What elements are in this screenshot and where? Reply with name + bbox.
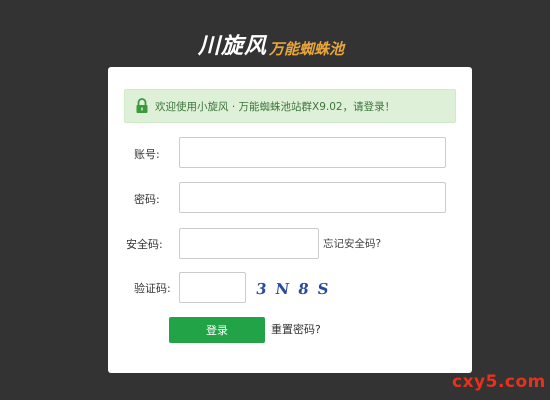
captcha-image[interactable]: 3N8S — [254, 275, 334, 303]
security-code-input[interactable] — [179, 228, 319, 259]
welcome-notice: 欢迎使用小旋风 · 万能蜘蛛池站群X9.02，请登录！ — [124, 89, 456, 123]
login-card: 欢迎使用小旋风 · 万能蜘蛛池站群X9.02，请登录！ 账号: 密码: 安全码:… — [108, 67, 472, 373]
reset-password-link[interactable]: 重置密码? — [271, 321, 321, 337]
account-input[interactable] — [179, 137, 446, 168]
forgot-security-link[interactable]: 忘记安全码? — [323, 236, 381, 251]
notice-text: 欢迎使用小旋风 · 万能蜘蛛池站群X9.02，请登录！ — [155, 100, 396, 113]
logo-main-text: 川旋风 — [198, 34, 268, 59]
password-input[interactable] — [179, 182, 446, 213]
password-label: 密码: — [134, 193, 160, 206]
captcha-label: 验证码: — [134, 282, 171, 295]
login-button[interactable]: 登录 — [169, 317, 265, 343]
login-page: 川旋风 万能蜘蛛池 欢迎使用小旋风 · 万能蜘蛛池站群X9.02，请登录！ 账号… — [0, 0, 550, 400]
account-label: 账号: — [134, 148, 160, 161]
security-code-label: 安全码: — [126, 238, 163, 251]
app-logo: 川旋风 万能蜘蛛池 — [198, 31, 344, 59]
lock-icon — [136, 98, 148, 113]
site-watermark: cxy5.com — [452, 372, 546, 392]
captcha-input[interactable] — [179, 272, 246, 303]
captcha-text: 3N8S — [255, 280, 334, 298]
logo-sub-text: 万能蜘蛛池 — [269, 40, 345, 58]
